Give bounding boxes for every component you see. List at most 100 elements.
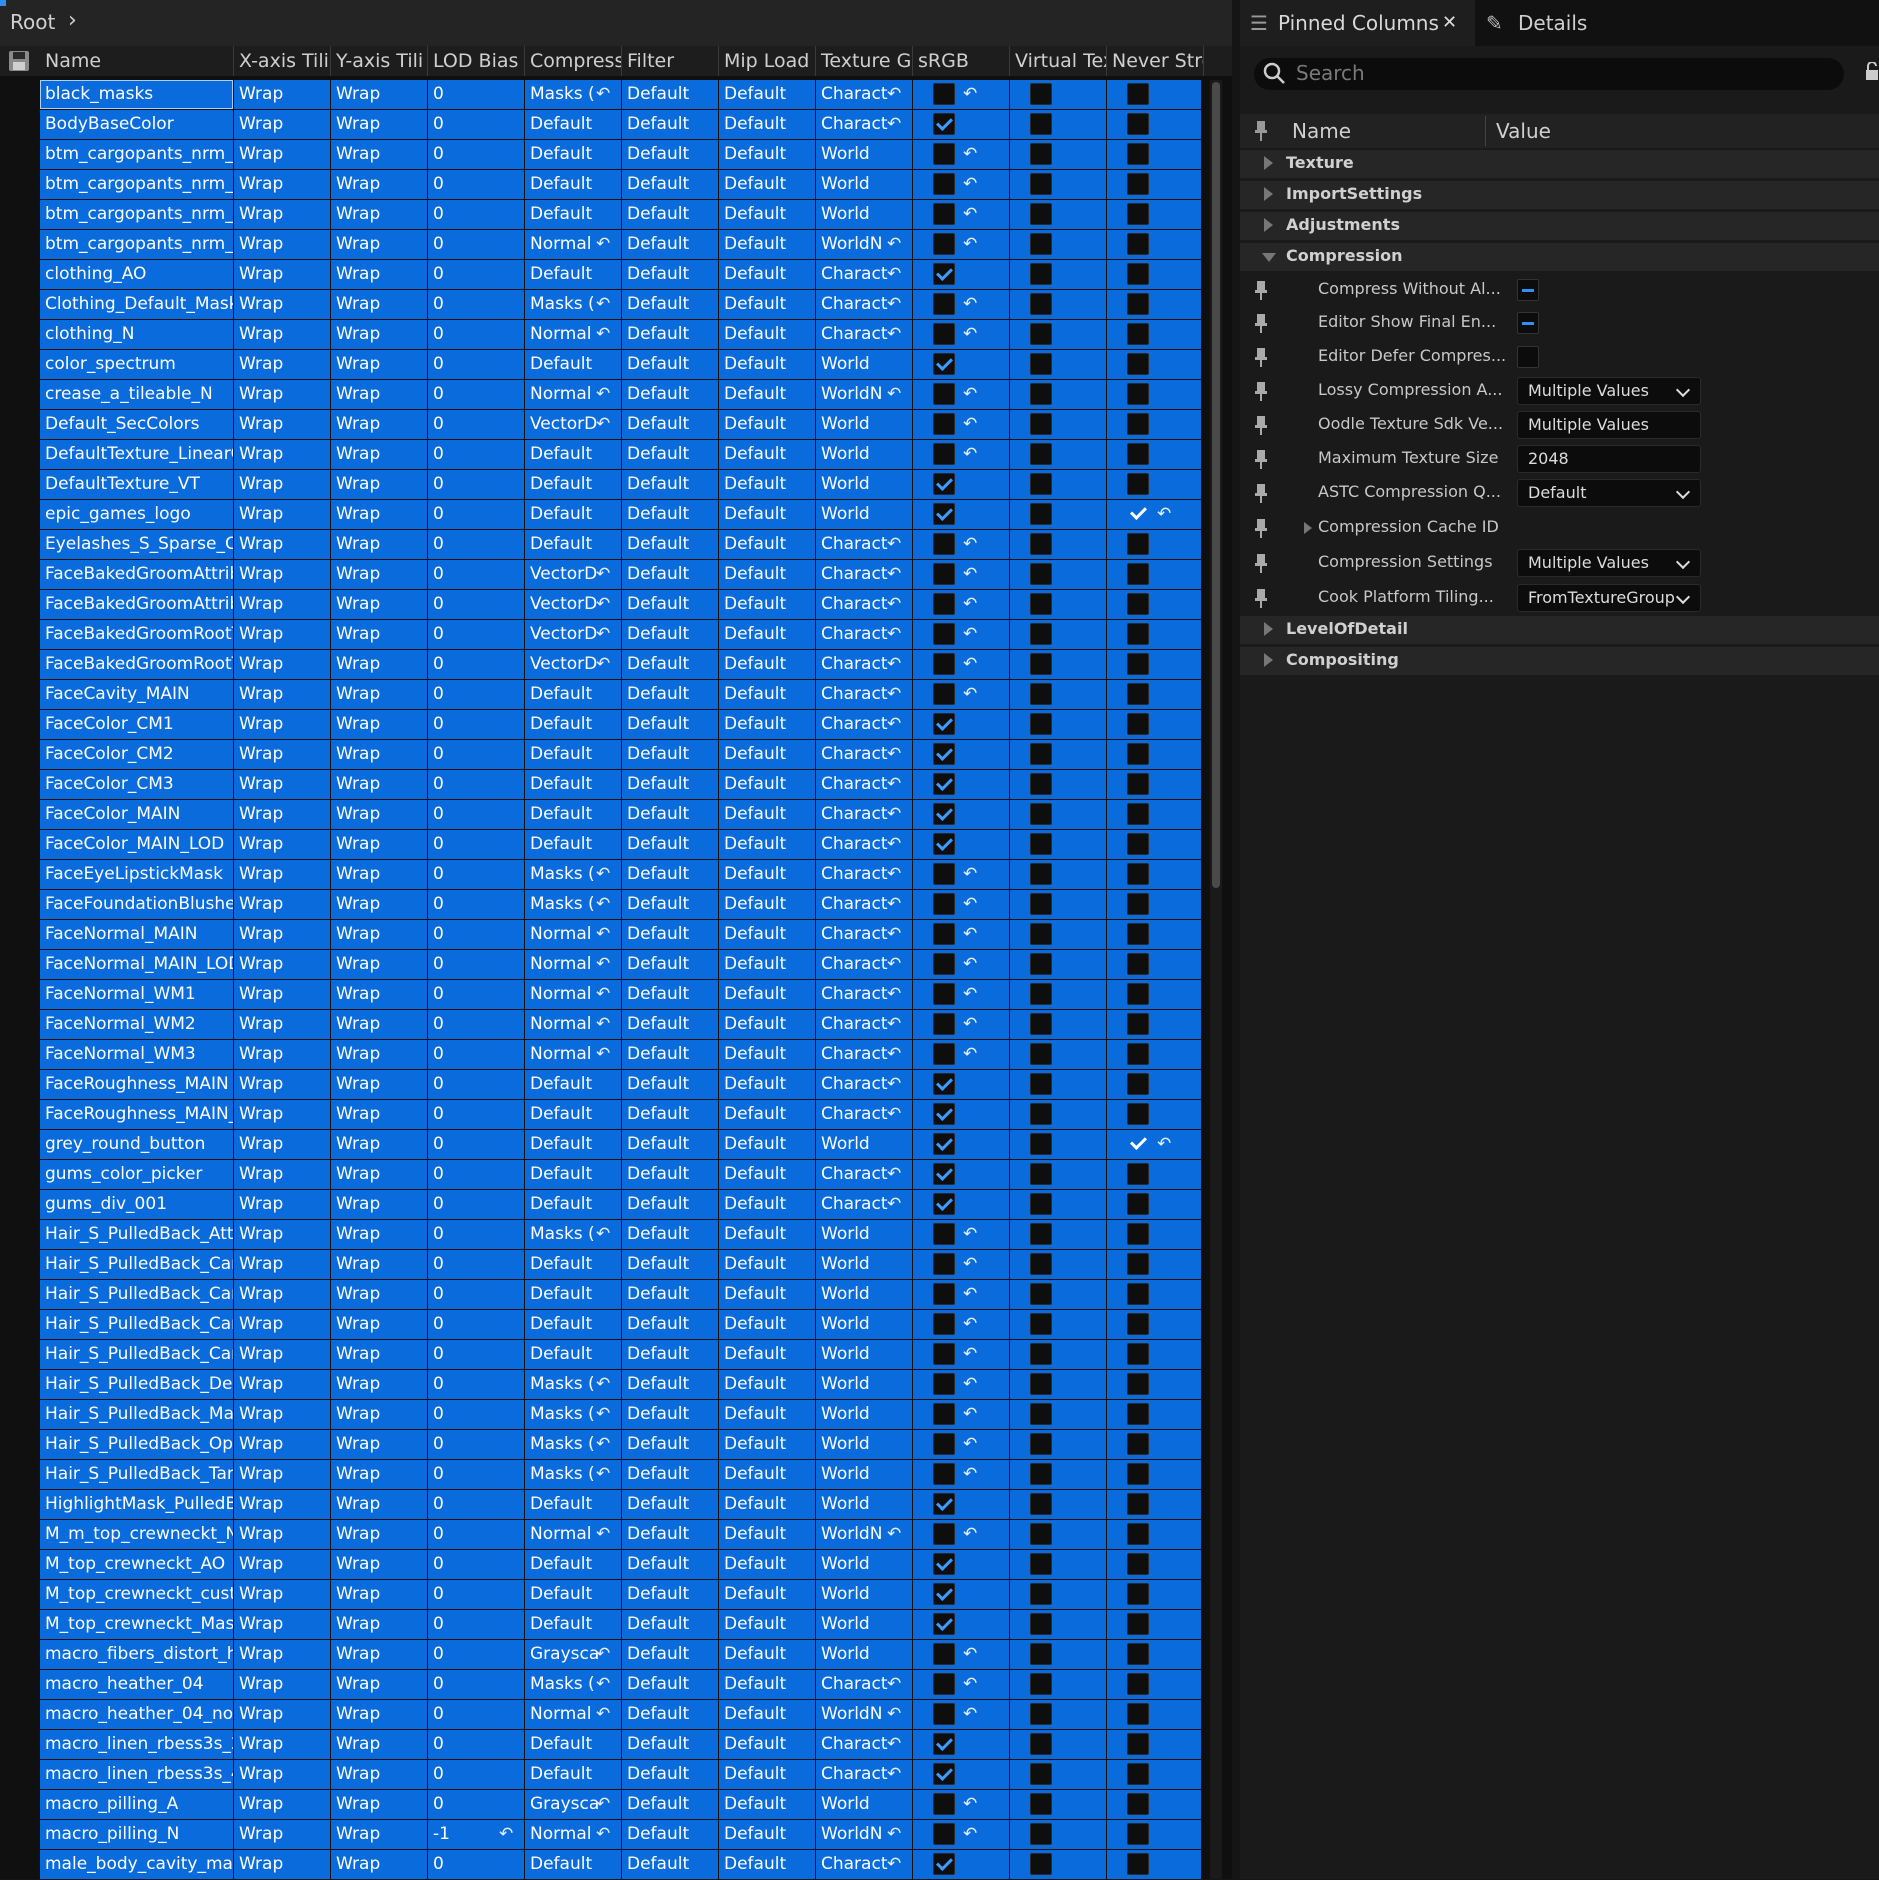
never-stream-cell[interactable]	[1107, 1370, 1201, 1399]
property-cell[interactable]: Default	[719, 980, 815, 1009]
virtual-texture-checkbox[interactable]	[1030, 293, 1052, 315]
property-cell[interactable]: Default	[719, 1040, 815, 1069]
reset-arrow-icon[interactable]: ↶	[1157, 500, 1171, 529]
virtual-texture-checkbox[interactable]	[1030, 113, 1052, 135]
category-importsettings[interactable]: ImportSettings	[1240, 181, 1879, 209]
property-cell[interactable]: Default	[622, 1190, 718, 1219]
virtual-texture-cell[interactable]	[1010, 1220, 1106, 1249]
srgb-cell[interactable]	[913, 1190, 1009, 1219]
property-cell[interactable]: Default	[719, 470, 815, 499]
table-row[interactable]: M_m_top_crewneckt_N Wrap Wrap 0 Normal ↶ Defau…	[0, 1520, 1210, 1550]
property-cell[interactable]: Default	[719, 710, 815, 739]
property-cell[interactable]: Charact ↶	[816, 320, 912, 349]
property-cell[interactable]: Graysca ↶	[525, 1790, 621, 1819]
asset-name-cell[interactable]: M_top_crewneckt_AO	[40, 1550, 233, 1579]
property-cell[interactable]: Default	[622, 350, 718, 379]
property-cell[interactable]: Wrap	[331, 950, 427, 979]
table-row[interactable]: HighlightMask_PulledB Wrap Wrap 0 Default Def…	[0, 1490, 1210, 1520]
pin-icon[interactable]	[1254, 280, 1268, 300]
property-cell[interactable]: Wrap	[331, 1520, 427, 1549]
table-row[interactable]: FaceNormal_MAIN_LOD Wrap Wrap 0 Normal ↶ Defau…	[0, 950, 1210, 980]
table-row[interactable]: epic_games_logo Wrap Wrap 0 Default Default De…	[0, 500, 1210, 530]
reset-arrow-icon[interactable]: ↶	[963, 920, 977, 949]
property-cell[interactable]: Default	[719, 1520, 815, 1549]
property-cell[interactable]: Charact ↶	[816, 860, 912, 889]
virtual-texture-checkbox[interactable]	[1030, 953, 1052, 975]
property-cell[interactable]: 0	[428, 410, 524, 439]
table-row[interactable]: gums_div_001 Wrap Wrap 0 Default Default Defau…	[0, 1190, 1210, 1220]
virtual-texture-cell[interactable]	[1010, 1790, 1106, 1819]
property-cell[interactable]: Default	[622, 1820, 718, 1849]
property-cell[interactable]: World	[816, 1400, 912, 1429]
srgb-cell[interactable]: ↶	[913, 1250, 1009, 1279]
virtual-texture-cell[interactable]	[1010, 1520, 1106, 1549]
srgb-checkbox[interactable]	[933, 1613, 955, 1635]
property-cell[interactable]: Wrap	[234, 1850, 330, 1879]
property-cell[interactable]: Wrap	[234, 1460, 330, 1489]
property-cell[interactable]: Masks (↶	[525, 890, 621, 919]
srgb-cell[interactable]: ↶	[913, 440, 1009, 469]
srgb-cell[interactable]	[913, 1610, 1009, 1639]
virtual-texture-checkbox[interactable]	[1030, 1343, 1052, 1365]
never-stream-checkbox[interactable]	[1127, 1463, 1149, 1485]
property-cell[interactable]: Default	[525, 500, 621, 529]
asset-name-cell[interactable]: FaceColor_MAIN_LOD	[40, 830, 233, 859]
column-header[interactable]: Y-axis Tili	[331, 46, 428, 76]
property-cell[interactable]: Masks (↶	[525, 1460, 621, 1489]
virtual-texture-cell[interactable]	[1010, 920, 1106, 949]
never-stream-checkbox[interactable]	[1127, 113, 1149, 135]
caret-down-icon[interactable]	[1262, 253, 1276, 262]
never-stream-checkbox[interactable]	[1127, 1493, 1149, 1515]
asset-name-cell[interactable]: btm_cargopants_nrm_A	[40, 140, 233, 169]
never-stream-cell[interactable]	[1107, 560, 1201, 589]
property-cell[interactable]: Default	[525, 200, 621, 229]
property-cell[interactable]: Graysca ↶	[525, 1640, 621, 1669]
virtual-texture-cell[interactable]	[1010, 260, 1106, 289]
property-cell[interactable]: Wrap	[234, 560, 330, 589]
property-cell[interactable]: Default	[719, 1700, 815, 1729]
property-cell[interactable]: 0	[428, 1700, 524, 1729]
never-stream-checkbox[interactable]	[1127, 743, 1149, 765]
table-row[interactable]: clothing_AO Wrap Wrap 0 Default Default Defaul…	[0, 260, 1210, 290]
table-row[interactable]: btm_cargopants_nrm_N Wrap Wrap 0 Default Defa…	[0, 200, 1210, 230]
srgb-checkbox[interactable]	[933, 503, 955, 525]
reset-arrow-icon[interactable]: ↶	[963, 590, 977, 619]
reset-arrow-icon[interactable]: ↶	[887, 740, 901, 769]
table-row[interactable]: Hair_S_PulledBack_Mat Wrap Wrap 0 Masks (↶ De…	[0, 1400, 1210, 1430]
asset-name-cell[interactable]: Hair_S_PulledBack_Attr	[40, 1220, 233, 1249]
reset-arrow-icon[interactable]: ↶	[596, 620, 610, 649]
reset-arrow-icon[interactable]: ↶	[887, 710, 901, 739]
pin-icon[interactable]	[1254, 381, 1268, 401]
property-cell[interactable]: Default	[622, 1580, 718, 1609]
property-cell[interactable]: Default	[719, 680, 815, 709]
pin-icon[interactable]	[1254, 588, 1268, 608]
never-stream-cell[interactable]	[1107, 1070, 1201, 1099]
property-cell[interactable]: Wrap	[234, 1820, 330, 1849]
property-cell[interactable]: 0	[428, 1730, 524, 1759]
property-cell[interactable]: Default	[525, 770, 621, 799]
property-cell[interactable]: Default	[622, 1250, 718, 1279]
property-cell[interactable]: World	[816, 170, 912, 199]
property-cell[interactable]: Default	[622, 380, 718, 409]
property-cell[interactable]: 0	[428, 470, 524, 499]
property-cell[interactable]: Default	[622, 980, 718, 1009]
srgb-cell[interactable]: ↶	[913, 1820, 1009, 1849]
virtual-texture-checkbox[interactable]	[1030, 413, 1052, 435]
property-cell[interactable]: Default	[622, 770, 718, 799]
never-stream-cell[interactable]	[1107, 470, 1201, 499]
table-row[interactable]: Hair_S_PulledBack_Car Wrap Wrap 0 Default Def…	[0, 1310, 1210, 1340]
property-cell[interactable]: Wrap	[331, 920, 427, 949]
property-cell[interactable]: Wrap	[331, 1730, 427, 1759]
property-cell[interactable]: Wrap	[234, 1220, 330, 1249]
srgb-checkbox[interactable]	[933, 953, 955, 975]
property-cell[interactable]: Wrap	[234, 1700, 330, 1729]
property-cell[interactable]: VectorD ↶	[525, 650, 621, 679]
property-cell[interactable]: Default	[622, 830, 718, 859]
property-cell[interactable]: 0	[428, 350, 524, 379]
reset-arrow-icon[interactable]: ↶	[963, 1700, 977, 1729]
srgb-checkbox[interactable]	[933, 443, 955, 465]
property-dropdown[interactable]: FromTextureGroup	[1517, 584, 1701, 612]
property-cell[interactable]: Default	[525, 1580, 621, 1609]
property-cell[interactable]: Wrap	[331, 1430, 427, 1459]
table-row[interactable]: gums_color_picker Wrap Wrap 0 Default Default…	[0, 1160, 1210, 1190]
